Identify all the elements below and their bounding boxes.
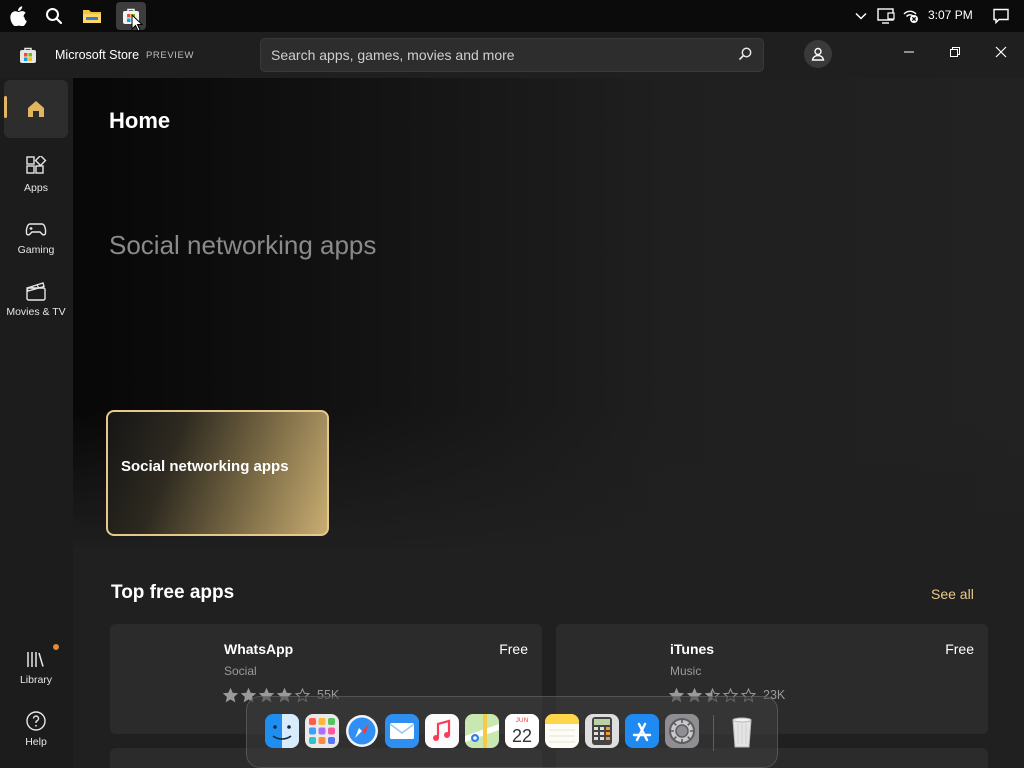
sidebar-item-label: Help bbox=[25, 736, 47, 748]
restore-button[interactable] bbox=[940, 38, 970, 66]
see-all-link[interactable]: See all bbox=[931, 586, 974, 602]
calendar-month: JUN bbox=[516, 717, 529, 724]
close-button[interactable] bbox=[986, 38, 1016, 66]
star-filled-icon bbox=[223, 687, 238, 702]
clock[interactable]: 3:07 PM bbox=[928, 8, 973, 22]
display-icon[interactable] bbox=[876, 0, 896, 32]
store-logo-icon bbox=[19, 46, 37, 64]
network-icon[interactable] bbox=[900, 0, 922, 32]
calendar-icon[interactable]: JUN 22 bbox=[505, 714, 539, 748]
search-icon[interactable] bbox=[42, 4, 66, 28]
sidebar: Apps Gaming Movies & TV Library Help bbox=[0, 78, 72, 768]
sidebar-item-help[interactable]: Help bbox=[4, 702, 68, 760]
app-category: Social bbox=[224, 664, 257, 678]
calendar-day: 22 bbox=[512, 726, 532, 746]
app-store-icon[interactable] bbox=[625, 714, 659, 748]
app-price: Free bbox=[499, 641, 528, 657]
dock: JUN 22 bbox=[246, 696, 778, 768]
title-bar: Microsoft Store PREVIEW bbox=[0, 32, 1024, 78]
launchpad-icon[interactable] bbox=[305, 714, 339, 748]
app-name: iTunes bbox=[670, 641, 715, 657]
file-explorer-icon[interactable] bbox=[80, 4, 104, 28]
system-preferences-icon[interactable] bbox=[665, 714, 699, 748]
hero-title: Social networking apps bbox=[109, 230, 377, 260]
app-category: Music bbox=[670, 664, 702, 678]
trash-icon[interactable] bbox=[725, 714, 759, 748]
minimize-button[interactable] bbox=[894, 38, 924, 66]
music-icon[interactable] bbox=[425, 714, 459, 748]
taskbar: 3:07 PM bbox=[0, 0, 1024, 32]
sidebar-item-gaming[interactable]: Gaming bbox=[4, 210, 68, 268]
sidebar-item-label: Gaming bbox=[17, 244, 55, 256]
dock-separator bbox=[713, 715, 714, 751]
sidebar-item-label: Movies & TV bbox=[6, 306, 66, 318]
preview-badge: PREVIEW bbox=[146, 50, 195, 61]
sidebar-item-library[interactable]: Library bbox=[4, 640, 68, 698]
safari-icon[interactable] bbox=[345, 714, 379, 748]
clapperboard-icon bbox=[25, 280, 47, 302]
search-button-icon[interactable] bbox=[737, 46, 755, 64]
finder-icon[interactable] bbox=[265, 714, 299, 748]
notification-icon[interactable] bbox=[990, 0, 1012, 32]
sidebar-item-apps[interactable]: Apps bbox=[4, 148, 68, 206]
main-content: Home Social networking apps Social netwo… bbox=[73, 78, 1024, 768]
gamepad-icon bbox=[25, 218, 47, 240]
search-input[interactable] bbox=[271, 39, 711, 71]
sidebar-item-label: Apps bbox=[24, 182, 48, 194]
apps-icon bbox=[25, 154, 47, 178]
app-title: Microsoft Store bbox=[55, 48, 140, 62]
sidebar-item-label: Library bbox=[19, 674, 53, 686]
apple-icon[interactable] bbox=[6, 4, 30, 28]
hero-card-label: Social networking apps bbox=[121, 458, 289, 475]
mail-icon[interactable] bbox=[385, 714, 419, 748]
maps-icon[interactable] bbox=[465, 714, 499, 748]
sidebar-item-movies-tv[interactable]: Movies & TV bbox=[4, 272, 68, 330]
chevron-down-icon[interactable] bbox=[852, 0, 870, 32]
app-name: WhatsApp bbox=[224, 641, 294, 657]
account-avatar[interactable] bbox=[804, 40, 832, 68]
sidebar-item-home[interactable] bbox=[4, 80, 68, 138]
library-badge bbox=[53, 644, 59, 650]
library-icon bbox=[25, 648, 47, 670]
app-price: Free bbox=[945, 641, 974, 657]
section-title: Top free apps bbox=[111, 582, 235, 603]
hero-card-social-networking[interactable]: Social networking apps bbox=[106, 410, 329, 536]
page-title: Home bbox=[109, 108, 171, 133]
search-box[interactable] bbox=[260, 38, 764, 72]
home-icon bbox=[25, 98, 47, 120]
calculator-icon[interactable] bbox=[585, 714, 619, 748]
notes-icon[interactable] bbox=[545, 714, 579, 748]
selection-indicator bbox=[4, 96, 7, 118]
help-icon bbox=[25, 710, 47, 732]
